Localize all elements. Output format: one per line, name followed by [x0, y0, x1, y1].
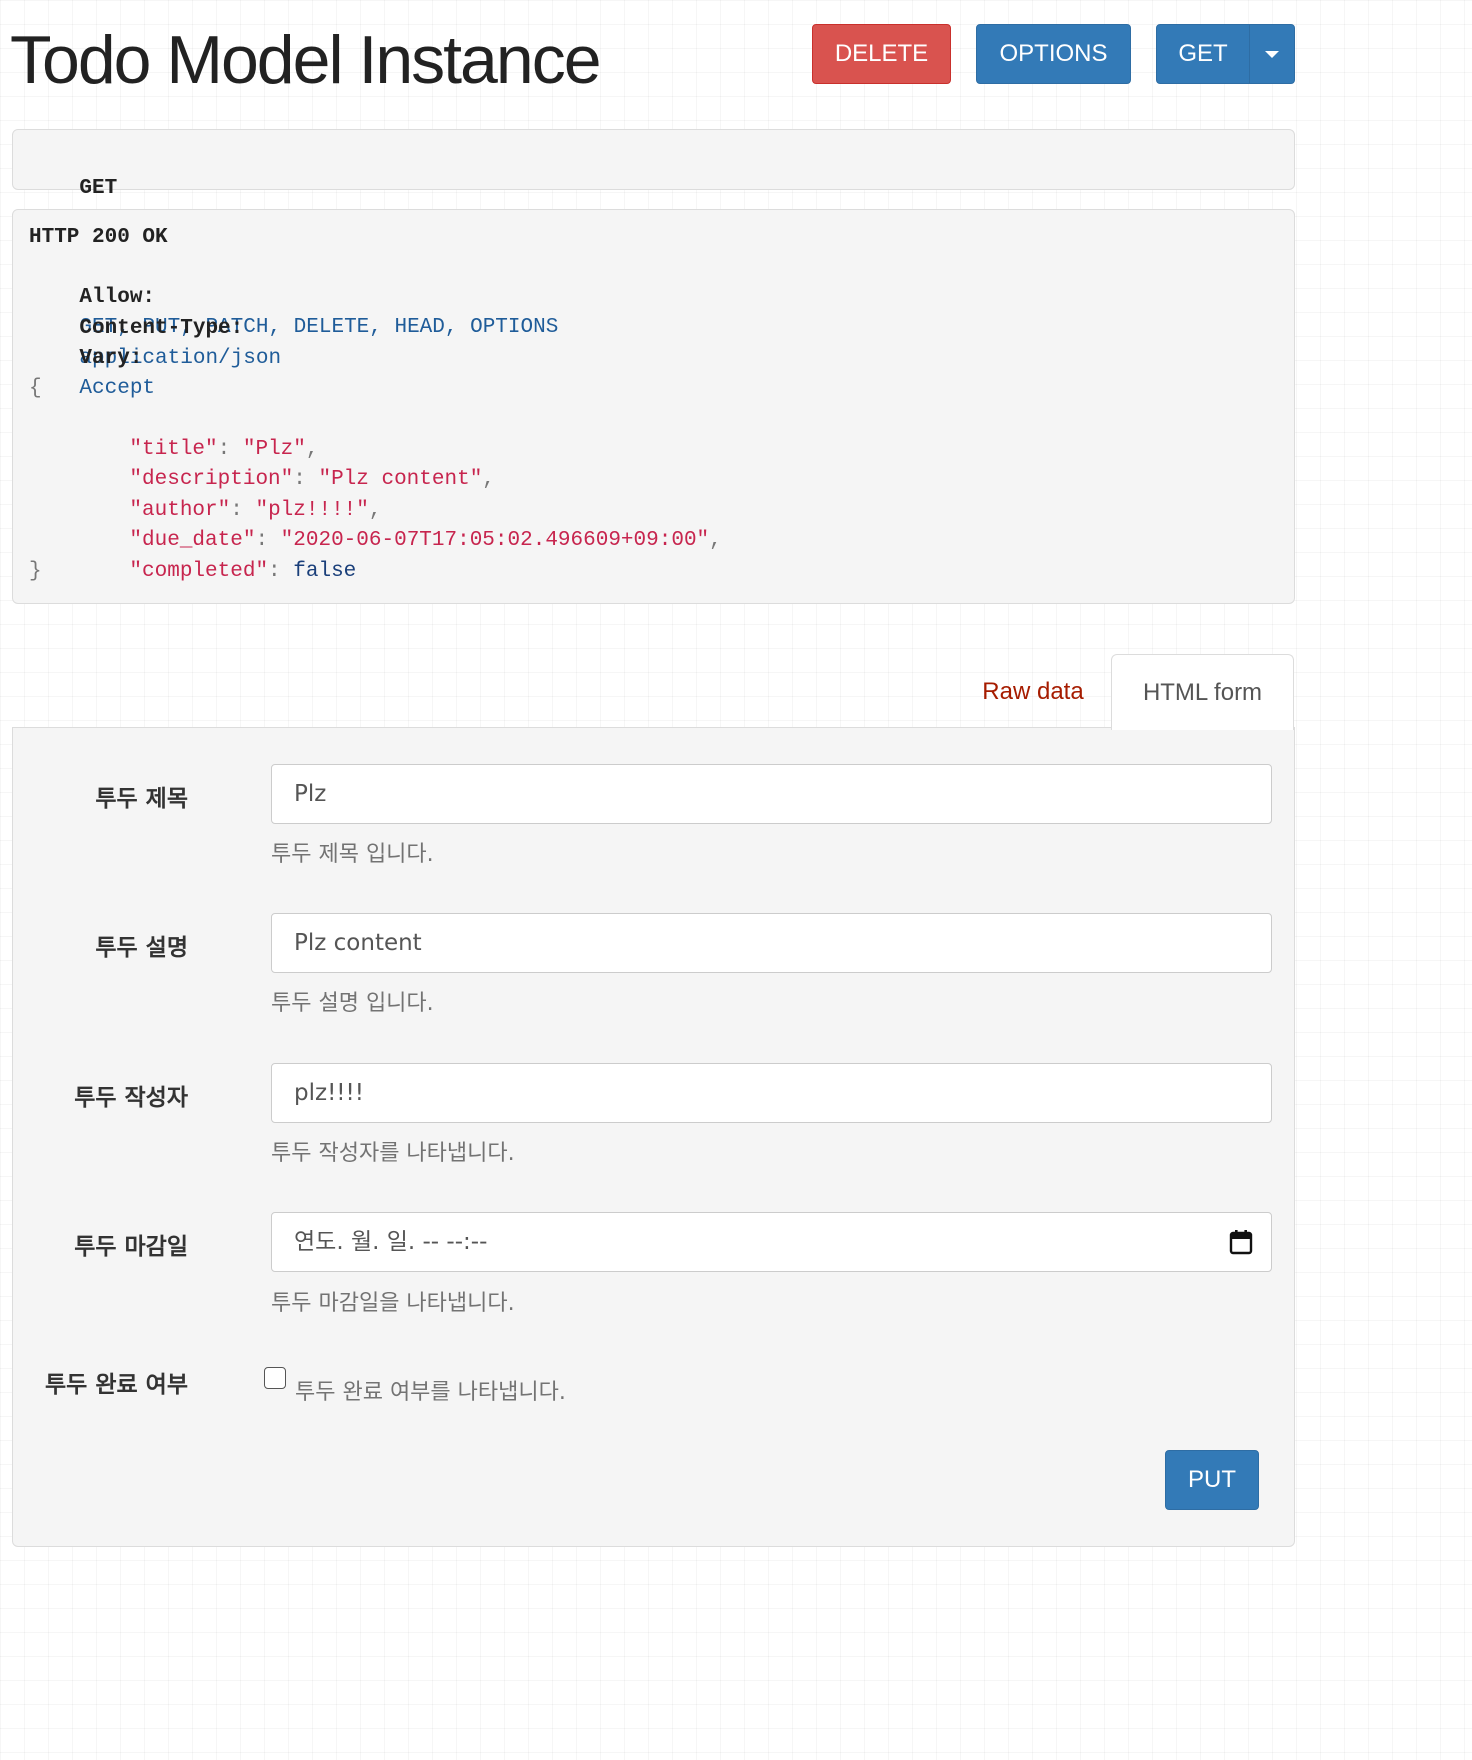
- title-help-text: 투두 제목 입니다.: [271, 842, 434, 867]
- title-input[interactable]: Plz: [271, 764, 1272, 824]
- completed-help-text: 투두 완료 여부를 나타냅니다.: [295, 1380, 566, 1405]
- page-title: Todo Model Instance: [10, 22, 602, 98]
- get-button[interactable]: GET: [1156, 24, 1250, 84]
- get-format-dropdown-toggle[interactable]: [1249, 24, 1295, 84]
- completed-checkbox[interactable]: [264, 1367, 286, 1389]
- json-key: "completed": [129, 560, 269, 583]
- header-value: Accept: [79, 377, 156, 400]
- get-button-group: GET: [1156, 24, 1295, 84]
- author-label: 투두 작성자: [74, 1085, 188, 1111]
- tab-html-form[interactable]: HTML form: [1111, 654, 1294, 730]
- json-value: false: [293, 560, 357, 583]
- html-form-panel: 투두 제목 Plz 투두 제목 입니다. 투두 설명 Plz content 투…: [12, 727, 1295, 1547]
- json-field: "completed": false: [129, 560, 357, 583]
- put-button[interactable]: PUT: [1165, 1450, 1259, 1510]
- due-date-label: 투두 마감일: [74, 1234, 188, 1260]
- header-name: Vary:: [79, 347, 143, 370]
- description-help-text: 투두 설명 입니다.: [271, 991, 434, 1016]
- response-info: HTTP 200 OK Allow: GET, PUT, PATCH, DELE…: [12, 209, 1295, 604]
- author-input[interactable]: plz!!!!: [271, 1063, 1272, 1123]
- json-comma: ,: [482, 468, 495, 491]
- options-button[interactable]: OPTIONS: [976, 24, 1131, 84]
- request-method: GET: [79, 177, 118, 200]
- response-status: HTTP 200 OK: [29, 226, 168, 249]
- request-info: GET /api/todo/1/: [12, 129, 1295, 260]
- json-open-brace: {: [29, 377, 42, 400]
- tab-raw-data[interactable]: Raw data: [960, 656, 1106, 728]
- completed-label: 투두 완료 여부: [45, 1372, 188, 1398]
- author-help-text: 투두 작성자를 나타냅니다.: [271, 1141, 515, 1166]
- caret-down-icon: [1265, 50, 1279, 58]
- due-date-input[interactable]: 연도. 월. 일. -- --:--: [271, 1212, 1272, 1272]
- json-comma: ,: [709, 529, 722, 552]
- title-label: 투두 제목: [95, 786, 188, 812]
- description-label: 투두 설명: [95, 935, 188, 961]
- calendar-icon[interactable]: [1229, 1229, 1253, 1255]
- description-input[interactable]: Plz content: [271, 913, 1272, 973]
- json-close-brace: }: [29, 560, 42, 583]
- delete-button[interactable]: DELETE: [812, 24, 951, 84]
- due-date-placeholder: 연도. 월. 일. -- --:--: [294, 1229, 488, 1255]
- due-date-help-text: 투두 마감일을 나타냅니다.: [271, 1291, 515, 1316]
